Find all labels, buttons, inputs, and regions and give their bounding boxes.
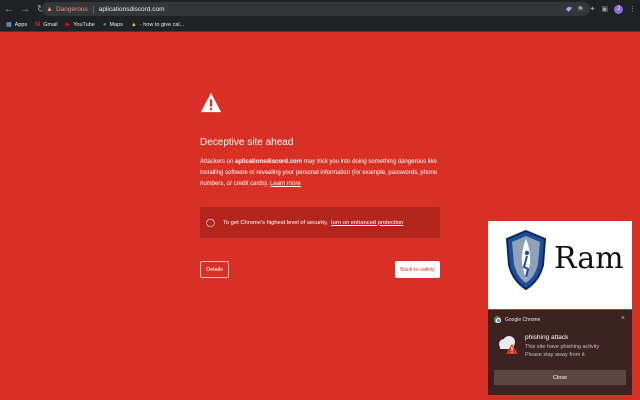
- bookmark-label: Gmail: [43, 21, 58, 28]
- cloud-warning-icon: [499, 336, 518, 354]
- maps-icon: ●: [102, 21, 107, 28]
- youtube-icon: ▶: [65, 22, 71, 28]
- logo-text: Ram: [554, 241, 624, 276]
- bookmark-how-to[interactable]: ▲ - how to give cal...: [131, 22, 184, 28]
- page-title: Deceptive site ahead: [200, 137, 294, 148]
- security-status[interactable]: Dangerous: [56, 5, 94, 13]
- forward-arrow-icon[interactable]: →: [18, 2, 32, 16]
- warning-description: Attackers on aplicationsdiscord.com may …: [200, 157, 440, 190]
- bookmark-favicon-icon: ▲: [130, 21, 137, 28]
- warning-triangle-icon: [200, 92, 222, 113]
- lightbulb-icon: ◯: [206, 218, 215, 227]
- bookmark-label: - how to give cal...: [139, 21, 185, 28]
- extension-shield-icon[interactable]: ◆: [566, 5, 571, 13]
- chrome-icon: [494, 316, 501, 323]
- menu-kebab-icon[interactable]: ⋮: [629, 5, 636, 13]
- bookmark-label: YouTube: [73, 21, 95, 28]
- button-row: Details Back to safety: [200, 261, 440, 279]
- browser-toolbar: ← → ↻ ▲ Dangerous aplicationsdiscord.com…: [0, 0, 640, 18]
- interstitial-content: Deceptive site ahead Attackers on aplica…: [200, 92, 440, 279]
- learn-more-link[interactable]: Learn more: [270, 181, 301, 187]
- extensions-puzzle-icon[interactable]: ✦: [590, 5, 596, 13]
- extension-flag-icon[interactable]: ⚑: [577, 5, 583, 13]
- notification-header: Google Chrome: [494, 316, 540, 323]
- side-panel-icon[interactable]: ▣: [601, 5, 608, 13]
- bookmark-gmail[interactable]: M Gmail: [35, 22, 57, 28]
- url-text[interactable]: aplicationsdiscord.com: [99, 6, 165, 13]
- back-arrow-icon[interactable]: ←: [2, 2, 16, 16]
- profile-avatar[interactable]: J: [614, 4, 623, 14]
- desc-text: Attackers on: [200, 159, 236, 165]
- enhanced-protection-link[interactable]: turn on enhanced protection: [331, 220, 403, 226]
- details-button[interactable]: Details: [200, 261, 229, 278]
- warning-icon[interactable]: ▲: [46, 6, 53, 13]
- phishing-notification: Google Chrome × phishing attack This sit…: [488, 310, 632, 395]
- close-button[interactable]: Close: [494, 370, 626, 385]
- enhanced-protection-box: ◯ To get Chrome's highest level of secur…: [200, 207, 440, 238]
- ram-logo-card: Ram: [488, 221, 632, 309]
- notification-title: phishing attack: [525, 334, 569, 341]
- bookmarks-bar: ▦ Apps M Gmail ▶ YouTube ● Maps ▲ - how …: [0, 18, 640, 32]
- bookmark-apps[interactable]: ▦ Apps: [6, 21, 28, 29]
- shield-logo-icon: [505, 229, 547, 291]
- close-icon[interactable]: ×: [621, 315, 625, 322]
- bookmark-label: Maps: [109, 21, 123, 28]
- bookmark-label: Apps: [14, 21, 28, 28]
- notification-body: Please stay away from it.: [525, 352, 587, 358]
- notification-body: This site have phishing activity: [525, 344, 600, 350]
- gmail-icon: M: [35, 21, 41, 28]
- address-bar[interactable]: ▲ Dangerous aplicationsdiscord.com ↗ ☆: [42, 2, 590, 16]
- back-to-safety-button[interactable]: Back to safety: [395, 261, 440, 278]
- enhanced-protection-text: To get Chrome's highest level of securit…: [222, 219, 329, 226]
- apps-grid-icon: ▦: [6, 22, 12, 28]
- bookmark-maps[interactable]: ● Maps: [103, 22, 123, 28]
- desc-domain: aplicationsdiscord.com: [235, 159, 303, 165]
- bookmark-youtube[interactable]: ▶ YouTube: [65, 21, 95, 29]
- notification-app-name: Google Chrome: [505, 316, 541, 323]
